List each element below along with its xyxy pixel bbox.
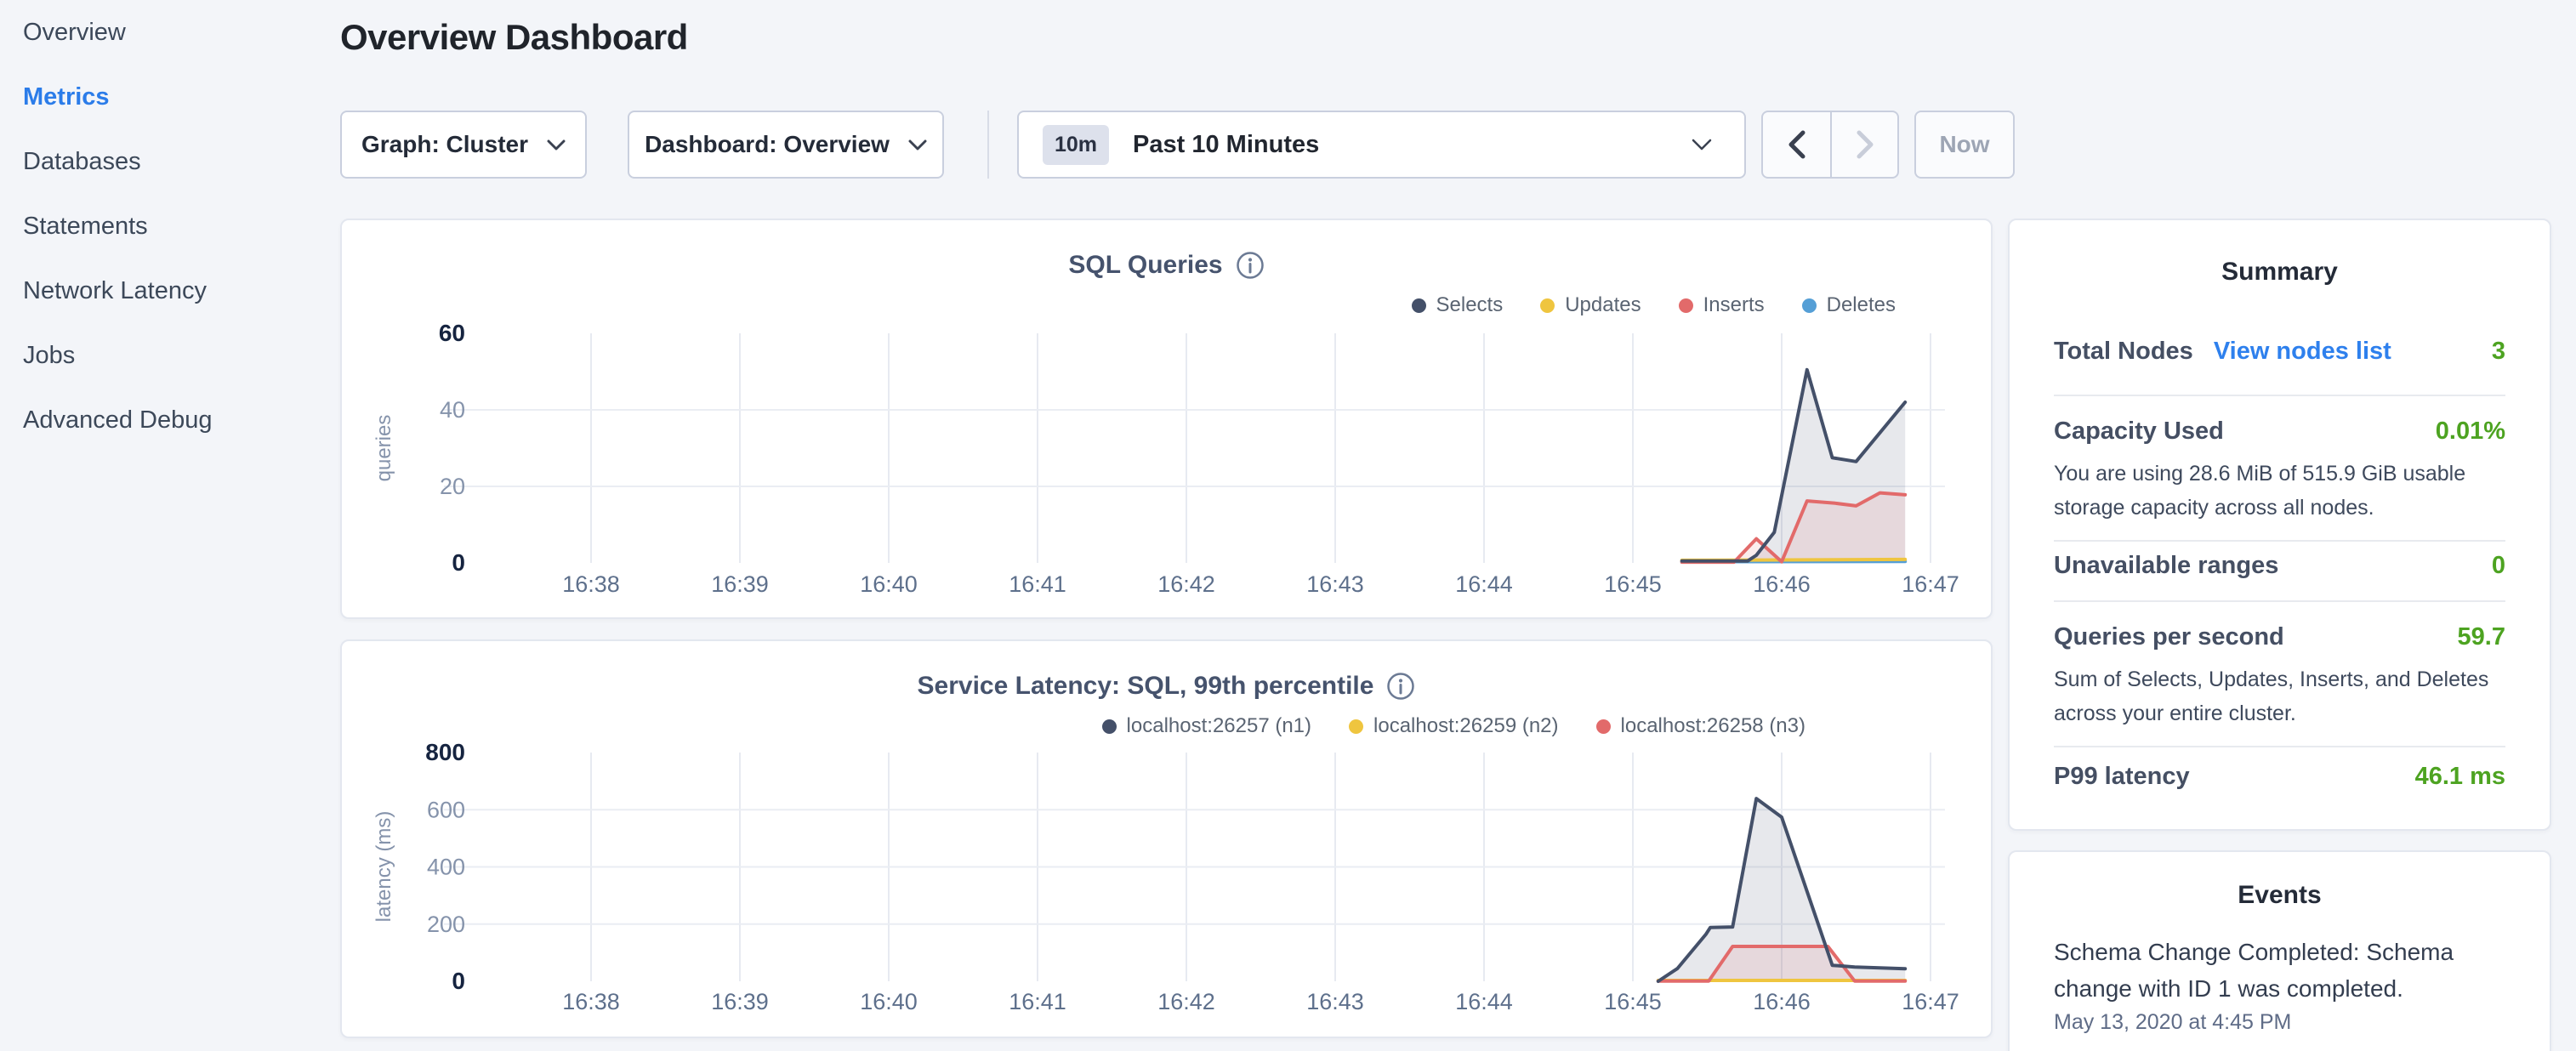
summary-row-label: P99 latency — [2054, 763, 2190, 790]
x-tick-label: 16:47 — [1902, 989, 1959, 1014]
summary-row-value: 3 — [2492, 332, 2505, 370]
summary-row-label: Total Nodes — [2054, 338, 2193, 365]
summary-row-label: Capacity Used — [2054, 418, 2224, 445]
summary-row-value: 59.7 — [2458, 618, 2505, 656]
summary-panel: Summary Total Nodes View nodes list 3 Capac… — [2008, 219, 2551, 831]
next-button[interactable] — [1830, 112, 1897, 177]
page-title: Overview Dashboard — [340, 17, 688, 58]
chevron-down-icon — [908, 139, 927, 151]
y-tick-label: 60 — [439, 320, 465, 346]
sidebar-item-overview[interactable]: Overview — [23, 0, 321, 65]
x-tick-label: 16:41 — [1009, 989, 1066, 1014]
chart-card-service-latency: Service Latency: SQL, 99th percentile lo… — [340, 639, 1993, 1038]
x-tick-label: 16:41 — [1009, 571, 1066, 597]
summary-title: Summary — [2010, 258, 2550, 287]
y-tick-label: 20 — [440, 474, 465, 499]
chevron-down-icon — [547, 139, 566, 151]
separator — [2054, 395, 2505, 396]
x-tick-label: 16:44 — [1455, 571, 1513, 597]
y-tick-label: 400 — [427, 855, 465, 880]
x-tick-label: 16:40 — [860, 989, 918, 1014]
time-range-badge: 10m — [1043, 125, 1109, 165]
x-tick-label: 16:45 — [1604, 571, 1662, 597]
summary-row-label: Unavailable ranges — [2054, 552, 2278, 579]
graph-dropdown-label: Graph: Cluster — [361, 131, 528, 158]
sidebar-nav: OverviewMetricsDatabasesStatementsNetwor… — [23, 0, 321, 452]
sidebar-item-databases[interactable]: Databases — [23, 129, 321, 194]
sidebar-item-statements[interactable]: Statements — [23, 194, 321, 258]
summary-row-value: 0.01% — [2436, 412, 2505, 450]
x-tick-label: 16:46 — [1753, 571, 1811, 597]
x-tick-label: 16:46 — [1753, 989, 1811, 1014]
x-tick-label: 16:42 — [1157, 571, 1215, 597]
chevron-right-icon — [1857, 130, 1874, 159]
sql-queries-chart[interactable]: 16:38 16:39 16:40 16:41 16:42 16:43 16:44 16:45… — [342, 220, 1994, 621]
events-title: Events — [2010, 881, 2550, 910]
y-tick-label: 40 — [440, 397, 465, 423]
graph-dropdown[interactable]: Graph: Cluster — [340, 111, 587, 179]
x-tick-label: 16:39 — [711, 571, 769, 597]
dashboard-dropdown[interactable]: Dashboard: Overview — [628, 111, 944, 179]
x-tick-label: 16:39 — [711, 989, 769, 1014]
sidebar-item-jobs[interactable]: Jobs — [23, 323, 321, 388]
x-tick-label: 16:44 — [1455, 989, 1513, 1014]
x-tick-label: 16:38 — [562, 989, 620, 1014]
x-tick-label: 16:40 — [860, 571, 918, 597]
summary-row-value: 46.1 ms — [2415, 758, 2505, 795]
separator — [2054, 746, 2505, 747]
x-tick-label: 16:42 — [1157, 989, 1215, 1014]
service-latency-chart[interactable]: 16:38 16:39 16:40 16:41 16:42 16:43 16:44 16:45… — [342, 641, 1994, 1040]
x-tick-label: 16:38 — [562, 571, 620, 597]
summary-row-label: Queries per second — [2054, 623, 2284, 650]
summary-row-description: Sum of Selects, Updates, Inserts, and De… — [2054, 662, 2513, 730]
view-nodes-link[interactable]: View nodes list — [2214, 338, 2391, 365]
event-timestamp: May 13, 2020 at 4:45 PM — [2054, 1010, 2291, 1035]
y-axis-unit-label: queries — [372, 415, 395, 482]
x-tick-label: 16:43 — [1306, 571, 1364, 597]
now-button-label: Now — [1939, 131, 1989, 158]
y-axis-unit-label: latency (ms) — [372, 811, 395, 923]
x-tick-label: 16:47 — [1902, 571, 1959, 597]
now-button[interactable]: Now — [1914, 111, 2015, 179]
time-window-pager — [1761, 111, 1899, 179]
summary-row: Capacity Used 0.01% — [2054, 412, 2505, 450]
x-tick-label: 16:43 — [1306, 989, 1364, 1014]
event-text[interactable]: Schema Change Completed: Schema change w… — [2054, 934, 2488, 1007]
toolbar-divider — [987, 111, 989, 179]
events-panel: Events Schema Change Completed: Schema c… — [2008, 850, 2551, 1051]
prev-button[interactable] — [1763, 112, 1830, 177]
y-tick-label: 0 — [452, 549, 465, 576]
chevron-down-icon — [1692, 139, 1712, 151]
metrics-page: OverviewMetricsDatabasesStatementsNetwor… — [0, 0, 2576, 1051]
summary-row: Total Nodes View nodes list 3 — [2054, 332, 2505, 370]
sidebar-item-network-latency[interactable]: Network Latency — [23, 258, 321, 323]
sidebar-item-advanced-debug[interactable]: Advanced Debug — [23, 388, 321, 452]
chevron-left-icon — [1788, 130, 1805, 159]
summary-row: Queries per second 59.7 — [2054, 618, 2505, 656]
y-tick-label: 600 — [427, 797, 465, 822]
x-tick-label: 16:45 — [1604, 989, 1662, 1014]
y-tick-label: 800 — [425, 739, 465, 765]
separator — [2054, 600, 2505, 602]
sidebar-item-metrics[interactable]: Metrics — [23, 65, 321, 129]
summary-row-description: You are using 28.6 MiB of 515.9 GiB usab… — [2054, 457, 2513, 525]
time-range-dropdown[interactable]: 10m Past 10 Minutes — [1017, 111, 1746, 179]
y-tick-label: 200 — [427, 912, 465, 937]
time-range-label: Past 10 Minutes — [1133, 131, 1692, 159]
chart-card-sql-queries: SQL Queries SelectsUpdatesInsertsDeletes… — [340, 219, 1993, 619]
separator — [2054, 540, 2505, 542]
summary-row-value: 0 — [2492, 547, 2505, 584]
dashboard-dropdown-label: Dashboard: Overview — [645, 131, 890, 158]
summary-row: Unavailable ranges 0 — [2054, 547, 2505, 584]
y-tick-label: 0 — [452, 968, 465, 994]
summary-row: P99 latency 46.1 ms — [2054, 758, 2505, 795]
